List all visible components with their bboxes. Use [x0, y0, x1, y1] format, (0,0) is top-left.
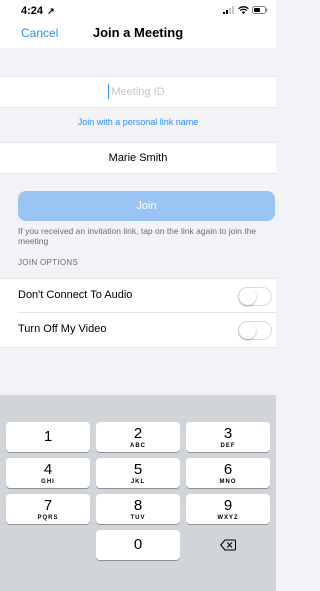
option-video-off: Turn Off My Video	[0, 313, 276, 347]
location-icon: ↗	[47, 6, 55, 16]
key-letters: TUV	[130, 515, 146, 521]
toggle-knob	[239, 288, 256, 305]
key-digit: 1	[43, 428, 53, 445]
signal-icon	[223, 6, 234, 14]
key-4[interactable]: 4 GHI	[6, 458, 90, 488]
wifi-icon	[238, 6, 249, 14]
key-7[interactable]: 7 PQRS	[6, 494, 90, 524]
key-1[interactable]: 1	[6, 422, 90, 452]
status-bar: 4:24 ↗	[0, 0, 276, 22]
toggle-knob	[239, 322, 256, 339]
key-5[interactable]: 5 JKL	[96, 458, 180, 488]
key-8[interactable]: 8 TUV	[96, 494, 180, 524]
key-2[interactable]: 2 ABC	[96, 422, 180, 452]
key-3[interactable]: 3 DEF	[186, 422, 270, 452]
backspace-icon	[220, 539, 236, 551]
join-button[interactable]: Join	[18, 191, 275, 221]
key-digit: 5	[133, 461, 143, 478]
key-letters: DEF	[220, 443, 236, 449]
key-digit: 6	[223, 461, 233, 478]
key-letters: PQRS	[37, 515, 59, 521]
key-digit: 8	[133, 497, 143, 514]
display-name-input[interactable]	[0, 143, 276, 173]
key-6[interactable]: 6 MNO	[186, 458, 270, 488]
key-letters: ABC	[130, 443, 146, 449]
meeting-id-row	[0, 76, 276, 108]
key-letters: JKL	[130, 479, 146, 485]
page-title: Join a Meeting	[92, 25, 184, 40]
option-video-off-label: Turn Off My Video	[18, 323, 107, 335]
key-digit: 0	[133, 536, 143, 553]
meeting-id-input[interactable]	[0, 77, 276, 107]
key-digit: 7	[43, 497, 53, 514]
key-digit: 9	[223, 497, 233, 514]
key-digit: 2	[133, 425, 143, 442]
option-no-audio-label: Don't Connect To Audio	[18, 289, 133, 301]
status-time: 4:24 ↗	[21, 5, 55, 17]
video-off-toggle[interactable]	[238, 321, 272, 340]
key-9[interactable]: 9 WXYZ	[186, 494, 270, 524]
join-options-header: JOIN OPTIONS	[18, 258, 79, 267]
delete-key[interactable]	[186, 530, 270, 560]
nav-bar: Cancel Join a Meeting	[0, 22, 276, 48]
key-0[interactable]: 0	[96, 530, 180, 560]
key-digit: 4	[43, 461, 53, 478]
battery-icon	[252, 6, 268, 14]
status-indicators	[223, 6, 268, 14]
no-audio-toggle[interactable]	[238, 287, 272, 306]
numeric-keypad: 1 2 ABC 3 DEF 4 GHI 5 JKL 6 MNO 7 PQRS 8…	[0, 395, 276, 591]
key-letters: MNO	[219, 479, 237, 485]
personal-link-button[interactable]: Join with a personal link name	[0, 117, 276, 127]
name-row	[0, 142, 276, 174]
time-text: 4:24	[21, 5, 44, 17]
invite-hint: If you received an invitation link, tap …	[18, 226, 257, 246]
key-digit: 3	[223, 425, 233, 442]
join-options-list: Don't Connect To Audio Turn Off My Video	[0, 278, 276, 348]
text-caret	[108, 84, 109, 99]
key-letters: GHI	[41, 479, 55, 485]
join-button-label: Join	[136, 200, 157, 212]
option-no-audio: Don't Connect To Audio	[0, 279, 276, 313]
key-letters: WXYZ	[217, 515, 239, 521]
